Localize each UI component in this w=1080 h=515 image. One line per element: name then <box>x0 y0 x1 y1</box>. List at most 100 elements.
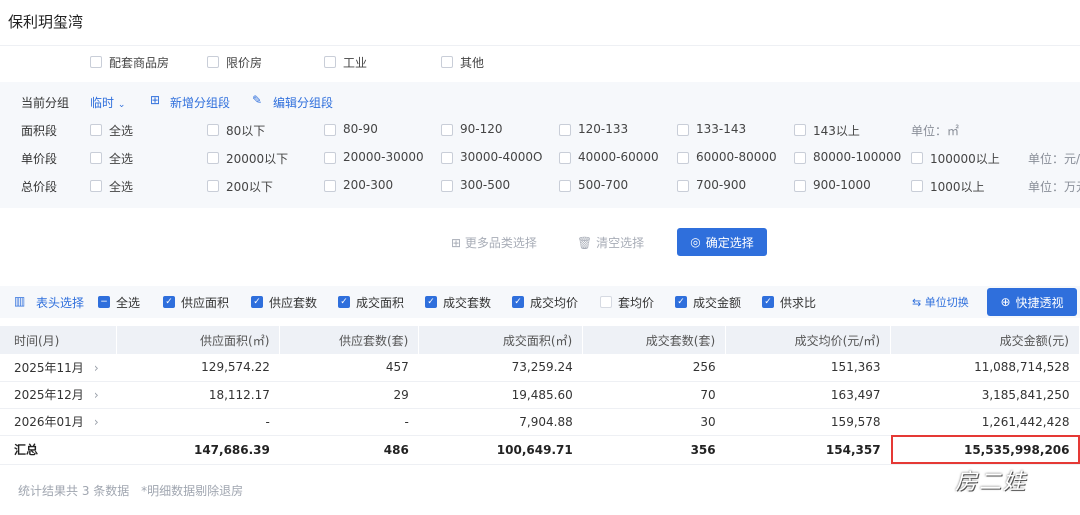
column-header[interactable]: 供应套数(套) <box>279 326 420 354</box>
table-cell: 129,574.22 <box>116 354 280 382</box>
column-header[interactable]: 时间(月) <box>0 326 118 354</box>
table-cell: 18,112.17 <box>116 381 280 409</box>
type-checkbox[interactable] <box>441 56 453 68</box>
column-checkbox[interactable] <box>600 296 612 308</box>
filter-option: 20000以下 <box>226 152 289 166</box>
footer-stats: 统计结果共 3 条数据 *明细数据剔除退房 <box>18 482 243 499</box>
total-cell: 147,686.39 <box>116 435 280 465</box>
filter-checkbox[interactable] <box>90 180 102 192</box>
filter-actions: ⊞ 更多品类选择 🗑 清空选择 ◎ 确定选择 <box>0 224 1080 260</box>
column-checkbox[interactable]: ✓ <box>251 296 263 308</box>
column-header[interactable]: 成交均价(元/㎡) <box>725 326 892 354</box>
column-selector-label: 表头选择 <box>36 296 85 310</box>
filter-option: 120-133 <box>578 122 629 136</box>
filter-checkbox[interactable] <box>794 152 806 164</box>
column-checkbox[interactable]: ✓ <box>338 296 350 308</box>
filter-checkbox[interactable] <box>911 180 923 192</box>
filter-checkbox[interactable] <box>207 152 219 164</box>
clear-selection-button[interactable]: 🗑 清空选择 <box>577 234 644 251</box>
column-checkbox[interactable]: ✓ <box>675 296 687 308</box>
crosshair-icon: ⊕ <box>1000 295 1011 309</box>
more-categories-button[interactable]: ⊞ 更多品类选择 <box>451 234 537 251</box>
filter-checkbox[interactable] <box>911 152 923 164</box>
column-header[interactable]: 供应面积(㎡) <box>116 326 281 354</box>
type-checkbox[interactable] <box>324 56 336 68</box>
filter-checkbox[interactable] <box>441 124 453 136</box>
chevron-right-icon[interactable]: › <box>94 415 99 429</box>
quick-pivot-label: 快捷透视 <box>1015 295 1064 310</box>
table-cell: 11,088,714,528 <box>890 354 1080 382</box>
unit-price-filter-label: 单价段 <box>21 152 58 166</box>
table-cell: - <box>279 408 419 436</box>
filter-option: 全选 <box>109 152 134 166</box>
month-label: 2025年11月 <box>14 360 84 375</box>
month-cell[interactable]: 2025年12月 › <box>0 381 117 409</box>
filter-option: 60000-80000 <box>696 150 777 164</box>
filter-checkbox[interactable] <box>677 124 689 136</box>
column-option: 供应套数 <box>269 296 318 310</box>
filter-option: 133-143 <box>696 122 747 136</box>
type-checkbox[interactable] <box>90 56 102 68</box>
table-row[interactable]: 2026年01月 › - - 7,904.88 30 159,578 1,261,… <box>0 408 1080 436</box>
filter-checkbox[interactable] <box>794 180 806 192</box>
filter-option: 30000-4000O <box>460 150 543 164</box>
table-row[interactable]: 2025年12月 › 18,112.17 29 19,485.60 70 163,… <box>0 381 1080 409</box>
chevron-right-icon[interactable]: › <box>94 361 99 375</box>
filter-checkbox[interactable] <box>324 180 336 192</box>
type-option-label: 工业 <box>343 56 368 70</box>
column-checkbox[interactable]: ✓ <box>762 296 774 308</box>
filter-checkbox[interactable] <box>207 124 219 136</box>
column-option: 套均价 <box>618 296 655 310</box>
filter-checkbox[interactable] <box>324 124 336 136</box>
filter-checkbox[interactable] <box>207 180 219 192</box>
filter-checkbox[interactable] <box>794 124 806 136</box>
table-cell: 73,259.24 <box>418 354 583 382</box>
filter-checkbox[interactable] <box>90 152 102 164</box>
filter-checkbox[interactable] <box>559 152 571 164</box>
more-categories-label: 更多品类选择 <box>464 236 537 250</box>
swap-icon: ⇆ <box>912 296 922 309</box>
chevron-right-icon[interactable]: › <box>94 388 99 402</box>
add-group-button[interactable]: 新增分组段 <box>170 94 230 111</box>
column-header[interactable]: 成交套数(套) <box>582 326 727 354</box>
quick-pivot-button[interactable]: ⊕ 快捷透视 <box>987 288 1077 316</box>
column-checkbox[interactable]: ✓ <box>512 296 524 308</box>
type-option-label: 其他 <box>460 56 485 70</box>
total-amount-highlighted: 15,535,998,206 <box>890 435 1080 465</box>
group-dropdown[interactable]: 临时 ⌄ <box>90 94 125 111</box>
column-option: 供应面积 <box>181 296 230 310</box>
column-header[interactable]: 成交面积(㎡) <box>418 326 584 354</box>
unit-switch-label: 单位切换 <box>924 296 969 309</box>
filter-checkbox[interactable] <box>677 152 689 164</box>
filter-checkbox[interactable] <box>441 180 453 192</box>
filter-option: 80-90 <box>343 122 378 136</box>
detail-note: *明细数据剔除退房 <box>141 484 244 498</box>
column-checkbox[interactable]: ✓ <box>425 296 437 308</box>
edit-group-button[interactable]: 编辑分组段 <box>273 94 333 111</box>
type-checkbox[interactable] <box>207 56 219 68</box>
column-checkbox[interactable]: ✓ <box>163 296 175 308</box>
filter-checkbox[interactable] <box>90 124 102 136</box>
column-checkbox-all[interactable]: − <box>98 296 110 308</box>
filter-option: 20000-30000 <box>343 150 424 164</box>
table-cell: 70 <box>582 381 726 409</box>
filter-checkbox[interactable] <box>559 124 571 136</box>
table-row[interactable]: 2025年11月 › 129,574.22 457 73,259.24 256 1… <box>0 354 1080 382</box>
filter-checkbox[interactable] <box>324 152 336 164</box>
column-header[interactable]: 成交金额(元) <box>890 326 1080 354</box>
filter-option: 500-700 <box>578 178 629 192</box>
month-cell[interactable]: 2025年11月 › <box>0 354 117 382</box>
filter-checkbox[interactable] <box>559 180 571 192</box>
unit-switch-button[interactable]: ⇆ 单位切换 <box>912 294 969 310</box>
total-price-unit: 单位：万元 <box>1028 180 1080 194</box>
filter-checkbox[interactable] <box>441 152 453 164</box>
page-header: 保利玥玺湾 <box>0 0 1080 46</box>
confirm-selection-button[interactable]: ◎ 确定选择 <box>677 228 767 256</box>
table-cell: 256 <box>582 354 726 382</box>
column-option: 供求比 <box>780 296 817 310</box>
filter-option: 200以下 <box>226 180 273 194</box>
filter-option: 80000-100000 <box>813 150 902 164</box>
month-cell[interactable]: 2026年01月 › <box>0 408 117 436</box>
filter-checkbox[interactable] <box>677 180 689 192</box>
confirm-selection-label: 确定选择 <box>705 235 754 250</box>
